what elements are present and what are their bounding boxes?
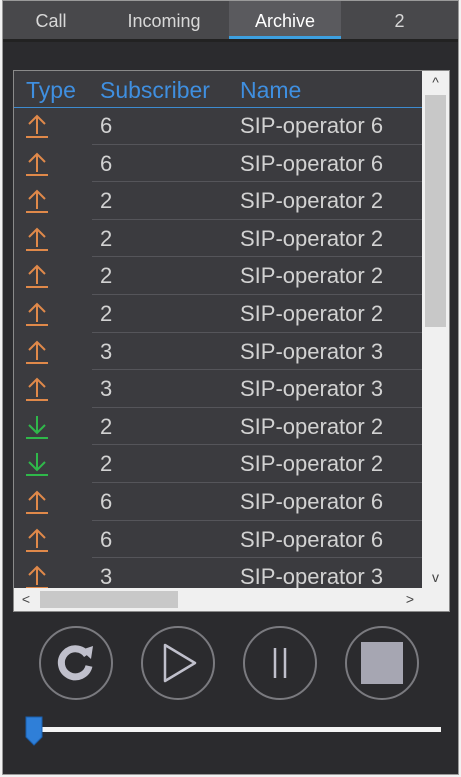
name-cell: SIP-operator 2 [240, 413, 384, 439]
subscriber-cell: 2 [100, 188, 113, 214]
pause-button[interactable] [243, 626, 317, 700]
arrow-up-icon [26, 302, 48, 326]
name-cell: SIP-operator 2 [240, 300, 384, 326]
subscriber-cell: 2 [100, 451, 113, 477]
tab-bar: Call Incoming Archive 2 [3, 1, 458, 39]
stop-icon [361, 642, 403, 684]
vertical-scroll-thumb[interactable] [425, 95, 446, 327]
table-row[interactable]: 3 SIP-operator 3 [14, 558, 422, 588]
arrow-up-icon [26, 490, 48, 514]
scroll-down-button[interactable]: v [422, 566, 449, 588]
table-row[interactable]: 2 SIP-operator 2 [14, 257, 422, 295]
arrow-up-icon [26, 227, 48, 251]
refresh-button[interactable] [39, 626, 113, 700]
tab-divider [3, 39, 458, 42]
name-cell: SIP-operator 3 [240, 338, 384, 364]
subscriber-cell: 2 [100, 413, 113, 439]
play-button[interactable] [141, 626, 215, 700]
name-cell: SIP-operator 3 [240, 376, 384, 402]
column-header-name[interactable]: Name [240, 75, 301, 105]
play-icon [163, 643, 197, 683]
subscriber-cell: 3 [100, 376, 113, 402]
table-row[interactable]: 3 SIP-operator 3 [14, 370, 422, 408]
subscriber-cell: 2 [100, 300, 113, 326]
name-cell: SIP-operator 6 [240, 526, 384, 552]
arrow-up-icon [26, 189, 48, 214]
tab-archive[interactable]: Archive [229, 1, 341, 39]
subscriber-cell: 3 [100, 564, 113, 588]
subscriber-cell: 2 [100, 263, 113, 289]
name-cell: SIP-operator 6 [240, 113, 384, 138]
table-row[interactable]: 6 SIP-operator 6 [14, 521, 422, 559]
subscriber-cell: 6 [100, 488, 113, 514]
name-cell: SIP-operator 6 [240, 150, 384, 176]
table-row[interactable]: 6 SIP-operator 6 [14, 107, 422, 145]
table-body: 6 SIP-operator 6 6 SIP-operator 6 2 SIP-opera… [14, 107, 422, 588]
subscriber-cell: 6 [100, 150, 113, 176]
table-row[interactable]: 2 SIP-operator 2 [14, 445, 422, 483]
table-row[interactable]: 2 SIP-operator 2 [14, 220, 422, 258]
subscriber-cell: 6 [100, 113, 113, 138]
refresh-icon [57, 645, 93, 681]
name-cell: SIP-operator 2 [240, 188, 384, 214]
tab-call[interactable]: Call [3, 1, 99, 39]
arrow-up-icon [26, 264, 48, 289]
arrow-up-icon [26, 377, 48, 402]
scroll-up-button[interactable]: ^ [422, 71, 449, 93]
name-cell: SIP-operator 3 [240, 564, 384, 588]
table-row[interactable]: 2 SIP-operator 2 [14, 408, 422, 446]
arrow-up-icon [26, 340, 48, 364]
table-row[interactable]: 2 SIP-operator 2 [14, 295, 422, 333]
playback-slider-track[interactable] [29, 727, 441, 732]
arrow-up-icon [26, 152, 48, 176]
table-row[interactable]: 3 SIP-operator 3 [14, 333, 422, 371]
arrow-up-icon [26, 565, 48, 588]
name-cell: SIP-operator 2 [240, 225, 384, 251]
scrollbar-corner [422, 588, 449, 611]
name-cell: SIP-operator 2 [240, 263, 384, 289]
column-header-type[interactable]: Type [26, 75, 76, 105]
call-archive-list: Type Subscriber Name 6 SIP-operator 6 6 SIP… [13, 70, 450, 612]
archive-window: Call Incoming Archive 2 Type Subscriber … [2, 0, 459, 775]
table-row[interactable]: 6 SIP-operator 6 [14, 483, 422, 521]
scroll-left-button[interactable]: < [14, 588, 38, 611]
table-header: Type Subscriber Name [14, 71, 422, 108]
arrow-down-icon [26, 415, 48, 439]
arrow-up-icon [26, 114, 48, 138]
table-row[interactable]: 6 SIP-operator 6 [14, 145, 422, 183]
name-cell: SIP-operator 6 [240, 488, 384, 514]
subscriber-cell: 3 [100, 338, 113, 364]
pause-icon [273, 648, 287, 678]
horizontal-scrollbar[interactable]: < > [14, 588, 422, 611]
arrow-down-icon [26, 453, 48, 477]
column-header-subscriber[interactable]: Subscriber [100, 75, 210, 105]
table-row[interactable]: 2 SIP-operator 2 [14, 182, 422, 220]
subscriber-cell: 6 [100, 526, 113, 552]
name-cell: SIP-operator 2 [240, 451, 384, 477]
horizontal-scroll-thumb[interactable] [40, 591, 178, 608]
scroll-right-button[interactable]: > [398, 588, 422, 611]
tab-2[interactable]: 2 [341, 1, 458, 39]
arrow-up-icon [26, 528, 48, 552]
playback-slider-handle[interactable] [25, 716, 43, 746]
subscriber-cell: 2 [100, 225, 113, 251]
tab-incoming[interactable]: Incoming [99, 1, 229, 39]
vertical-scrollbar[interactable]: ^ v [422, 71, 449, 588]
stop-button[interactable] [345, 626, 419, 700]
